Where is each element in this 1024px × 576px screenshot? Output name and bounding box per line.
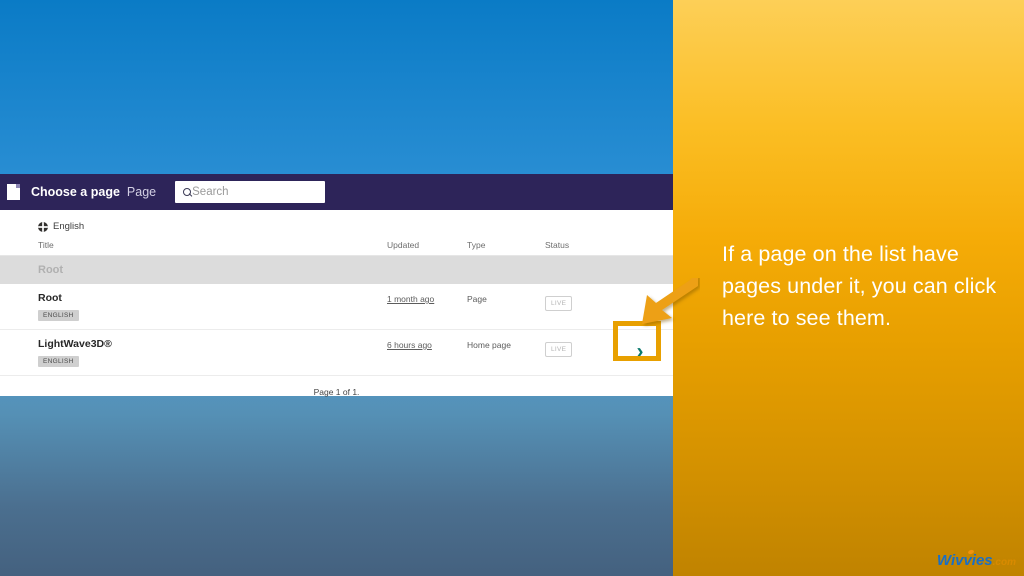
app-body: English Title Updated Type Status Root R… <box>0 210 673 397</box>
chevron-right-icon[interactable]: › <box>637 341 644 362</box>
cell-expand[interactable]: › <box>615 338 665 364</box>
row-title: Root <box>38 292 62 304</box>
cell-updated[interactable]: 6 hours ago <box>387 338 467 350</box>
app-header-bar: Choose a page Page <box>0 174 673 210</box>
header-subtitle: Page <box>126 185 157 199</box>
breadcrumb-label: Root <box>38 264 64 276</box>
cell-status: LIVE <box>545 338 615 357</box>
column-header-title: Title <box>38 240 54 250</box>
page-icon <box>7 184 20 200</box>
app-window: Choose a page Page English Title Updated… <box>0 174 673 397</box>
cell-type: Home page <box>467 340 511 350</box>
column-header-actions <box>615 240 665 250</box>
page-table: Title Updated Type Status Root Root ENGL… <box>0 240 673 397</box>
table-header-row: Title Updated Type Status <box>0 240 673 256</box>
breadcrumb[interactable]: Root <box>0 256 673 284</box>
search-input[interactable] <box>190 185 349 199</box>
search-box[interactable] <box>175 181 349 203</box>
column-header-status: Status <box>545 240 570 250</box>
status-badge: LIVE <box>545 296 573 311</box>
cell-title: LightWave3D® ENGLISH <box>38 338 387 368</box>
row-title: LightWave3D® <box>38 338 112 350</box>
cell-type: Page <box>467 294 487 304</box>
language-label: English <box>53 221 85 232</box>
annotation-text: If a page on the list have pages under i… <box>722 242 997 330</box>
language-selector[interactable]: English <box>0 210 673 232</box>
pagination-label: Page 1 of 1. <box>313 387 360 397</box>
cell-expand <box>615 292 665 318</box>
language-badge: ENGLISH <box>38 355 79 367</box>
cell-status: LIVE <box>545 292 615 311</box>
page-title: Choose a page <box>31 185 120 199</box>
watermark: Wivvies.com <box>936 549 1016 569</box>
status-badge: LIVE <box>545 342 573 357</box>
column-header-type: Type <box>467 240 486 250</box>
language-badge: ENGLISH <box>38 309 79 321</box>
table-row[interactable]: LightWave3D® ENGLISH 6 hours ago Home pa… <box>0 330 673 376</box>
watermark-tld: .com <box>992 557 1016 568</box>
screenshot-stage: If a page on the list have pages under i… <box>0 0 1024 576</box>
cell-title: Root ENGLISH <box>38 292 387 322</box>
globe-icon <box>38 221 48 232</box>
watermark-brand: Wivvies <box>936 552 993 569</box>
column-header-updated: Updated <box>387 240 420 250</box>
annotation-panel: If a page on the list have pages under i… <box>673 0 1024 576</box>
table-row[interactable]: Root ENGLISH 1 month ago Page LIVE <box>0 284 673 330</box>
cell-updated[interactable]: 1 month ago <box>387 292 467 304</box>
